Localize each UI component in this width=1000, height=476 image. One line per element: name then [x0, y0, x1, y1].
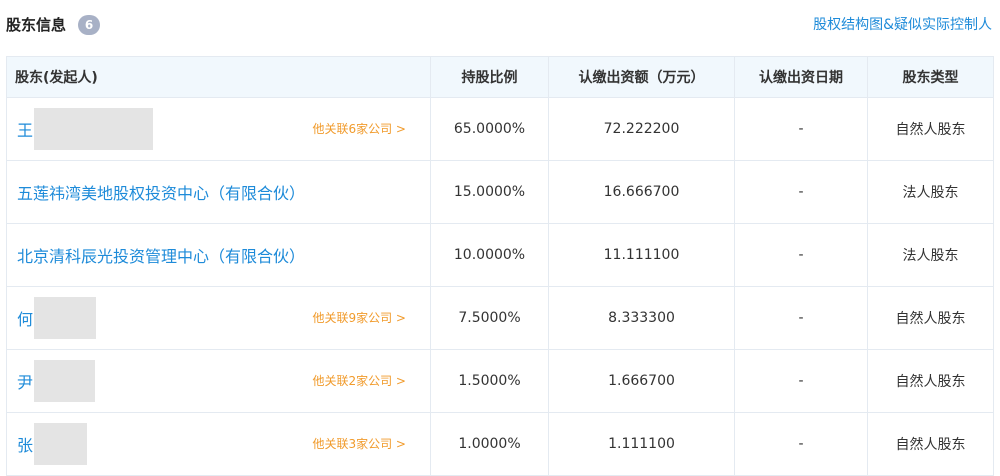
- ratio-cell: 65.0000%: [430, 97, 549, 161]
- date-cell: -: [734, 412, 868, 476]
- type-cell: 自然人股东: [867, 97, 994, 161]
- amount-cell: 72.222200: [548, 97, 735, 161]
- column-header-date: 认缴出资日期: [734, 56, 868, 98]
- shareholder-name-cell: 北京清科辰光投资管理中心（有限合伙）: [6, 223, 431, 287]
- shareholder-name-link[interactable]: 王: [17, 121, 33, 140]
- date-cell: -: [734, 223, 868, 287]
- redacted-name-mask: [34, 297, 96, 339]
- related-companies-link[interactable]: 他关联3家公司 >: [312, 435, 406, 452]
- section-title: 股东信息: [6, 16, 67, 34]
- amount-cell: 8.333300: [548, 286, 735, 350]
- date-cell: -: [734, 97, 868, 161]
- table-header-row: 股东(发起人) 持股比例 认缴出资额（万元） 认缴出资日期 股东类型: [6, 56, 994, 98]
- amount-cell: 16.666700: [548, 160, 735, 224]
- section-header: 股东信息 6 股权结构图&疑似实际控制人: [0, 0, 1000, 50]
- table-row: 何 他关联9家公司 > 7.5000% 8.333300 - 自然人股东: [6, 286, 994, 350]
- date-cell: -: [734, 349, 868, 413]
- ratio-cell: 1.0000%: [430, 412, 549, 476]
- ratio-cell: 15.0000%: [430, 160, 549, 224]
- table-row: 五莲祎湾美地股权投资中心（有限合伙） 15.0000% 16.666700 - …: [6, 160, 994, 224]
- amount-cell: 1.666700: [548, 349, 735, 413]
- ratio-cell: 10.0000%: [430, 223, 549, 287]
- shareholder-table: 股东(发起人) 持股比例 认缴出资额（万元） 认缴出资日期 股东类型 王 他关联…: [6, 56, 994, 476]
- shareholder-name-link[interactable]: 张: [17, 436, 33, 455]
- column-header-ratio: 持股比例: [430, 56, 549, 98]
- related-companies-link[interactable]: 他关联2家公司 >: [312, 372, 406, 389]
- type-cell: 自然人股东: [867, 349, 994, 413]
- date-cell: -: [734, 286, 868, 350]
- column-header-shareholder: 股东(发起人): [6, 56, 431, 98]
- ratio-cell: 1.5000%: [430, 349, 549, 413]
- ratio-cell: 7.5000%: [430, 286, 549, 350]
- redacted-name-mask: [34, 360, 95, 402]
- shareholder-name-cell: 张 他关联3家公司 >: [6, 412, 431, 476]
- type-cell: 自然人股东: [867, 286, 994, 350]
- related-companies-link[interactable]: 他关联9家公司 >: [312, 309, 406, 326]
- type-cell: 自然人股东: [867, 412, 994, 476]
- shareholder-name-link[interactable]: 北京清科辰光投资管理中心（有限合伙）: [17, 247, 305, 266]
- shareholder-name-cell: 尹 他关联2家公司 >: [6, 349, 431, 413]
- column-header-amount: 认缴出资额（万元）: [548, 56, 735, 98]
- shareholder-name-link[interactable]: 尹: [17, 373, 33, 392]
- table-row: 尹 他关联2家公司 > 1.5000% 1.666700 - 自然人股东: [6, 349, 994, 413]
- amount-cell: 11.111100: [548, 223, 735, 287]
- related-companies-link[interactable]: 他关联6家公司 >: [312, 120, 406, 137]
- redacted-name-mask: [34, 108, 153, 150]
- amount-cell: 1.111100: [548, 412, 735, 476]
- shareholder-name-link[interactable]: 何: [17, 310, 33, 329]
- type-cell: 法人股东: [867, 223, 994, 287]
- redacted-name-mask: [34, 423, 87, 465]
- column-header-type: 股东类型: [867, 56, 994, 98]
- type-cell: 法人股东: [867, 160, 994, 224]
- equity-structure-link[interactable]: 股权结构图&疑似实际控制人: [813, 14, 992, 34]
- table-row: 王 他关联6家公司 > 65.0000% 72.222200 - 自然人股东: [6, 97, 994, 161]
- date-cell: -: [734, 160, 868, 224]
- shareholder-name-cell: 何 他关联9家公司 >: [6, 286, 431, 350]
- shareholder-name-cell: 王 他关联6家公司 >: [6, 97, 431, 161]
- table-row: 张 他关联3家公司 > 1.0000% 1.111100 - 自然人股东: [6, 412, 994, 476]
- shareholder-name-link[interactable]: 五莲祎湾美地股权投资中心（有限合伙）: [17, 184, 305, 203]
- table-row: 北京清科辰光投资管理中心（有限合伙） 10.0000% 11.111100 - …: [6, 223, 994, 287]
- shareholder-count-badge: 6: [78, 15, 100, 35]
- shareholder-name-cell: 五莲祎湾美地股权投资中心（有限合伙）: [6, 160, 431, 224]
